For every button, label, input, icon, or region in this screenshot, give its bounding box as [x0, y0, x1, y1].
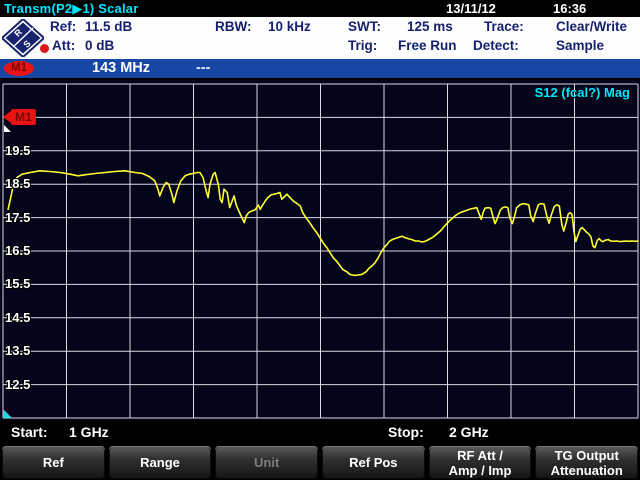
- measurement-graph: S12 (fcal?) Mag 19.5 18.5 17.5 16.5 15.5 14.5…: [0, 80, 640, 420]
- softkey-rf-att-amp-imp[interactable]: RF Att /Amp / Imp: [429, 446, 532, 479]
- trig-value: Free Run: [398, 38, 457, 53]
- softkey-label-line: Range: [140, 455, 180, 470]
- y-axis-tick-label: 19.5: [5, 143, 30, 159]
- trig-label: Trig:: [348, 38, 377, 53]
- ref-label: Ref:: [50, 19, 76, 34]
- rbw-value: 10 kHz: [268, 19, 311, 34]
- grid-and-trace-canvas: [0, 80, 640, 420]
- att-value: 0 dB: [85, 38, 114, 53]
- start-freq-value: 1 GHz: [69, 424, 109, 440]
- marker-position-icon: [4, 125, 11, 132]
- instrument-screen: Transm(P2▶1) Scalar 13/11/12 16:36 R S R…: [0, 0, 640, 480]
- title-bar: Transm(P2▶1) Scalar 13/11/12 16:36: [0, 0, 640, 17]
- y-axis-tick-label: 17.5: [5, 210, 30, 226]
- softkey-ref[interactable]: Ref: [2, 446, 105, 479]
- settings-header: R S Ref: 11.5 dB Att: 0 dB RBW: 10 kHz S…: [0, 17, 640, 59]
- measurement-title: Transm(P2▶1) Scalar: [4, 1, 138, 17]
- softkey-label-line: Ref Pos: [349, 455, 397, 470]
- marker-m1-badge: M1: [4, 61, 34, 76]
- softkey-label-line: RF Att /: [457, 448, 503, 463]
- stop-freq-value: 2 GHz: [449, 424, 489, 440]
- swt-label: SWT:: [348, 19, 381, 34]
- softkey-label-line: Amp / Imp: [449, 463, 512, 478]
- att-label: Att:: [52, 38, 75, 53]
- start-freq-label: Start:: [11, 424, 48, 440]
- softkey-range[interactable]: Range: [109, 446, 212, 479]
- detect-value: Sample: [556, 38, 604, 53]
- detect-label: Detect:: [473, 38, 519, 53]
- date-display: 13/11/12: [446, 1, 496, 16]
- softkey-unit: Unit: [215, 446, 318, 479]
- marker-offscreen-arrow-icon: [3, 111, 11, 123]
- frequency-footer: Start: 1 GHz Stop: 2 GHz: [0, 420, 640, 445]
- softkey-label-line: Ref: [43, 455, 64, 470]
- y-axis-tick-label: 16.5: [5, 243, 30, 259]
- trace-mode-label: S12 (fcal?) Mag: [535, 85, 630, 100]
- marker-value-field: ---: [196, 60, 211, 76]
- graph-marker-m1[interactable]: M1: [11, 109, 36, 125]
- y-axis-tick-label: 13.5: [5, 343, 30, 359]
- softkey-label-line: Unit: [254, 455, 279, 470]
- rbw-label: RBW:: [215, 19, 252, 34]
- y-axis-tick-label: 12.5: [5, 377, 30, 393]
- y-axis-tick-label: 15.5: [5, 276, 30, 292]
- softkey-ref-pos[interactable]: Ref Pos: [322, 446, 425, 479]
- trace-value: Clear/Write: [556, 19, 627, 34]
- softkey-bar: RefRangeUnitRef PosRF Att /Amp / ImpTG O…: [0, 445, 640, 480]
- time-display: 16:36: [553, 1, 586, 16]
- swt-value: 125 ms: [407, 19, 453, 34]
- ref-value: 11.5 dB: [85, 19, 132, 34]
- att-indicator-dot: [40, 44, 49, 53]
- marker-frequency-field[interactable]: 143 MHz: [92, 60, 150, 76]
- trace-label: Trace:: [484, 19, 524, 34]
- y-axis-tick-label: 18.5: [5, 176, 30, 192]
- graph-corner-icon: [3, 409, 12, 418]
- marker-readout-bar: M1 143 MHz ---: [0, 59, 640, 78]
- s12-trace: [8, 171, 638, 276]
- softkey-label-line: TG Output: [555, 448, 619, 463]
- y-axis-tick-label: 14.5: [5, 310, 30, 326]
- stop-freq-label: Stop:: [388, 424, 424, 440]
- softkey-tg-output-attenuation[interactable]: TG OutputAttenuation: [535, 446, 638, 479]
- rs-logo: R S: [2, 19, 44, 57]
- softkey-label-line: Attenuation: [551, 463, 623, 478]
